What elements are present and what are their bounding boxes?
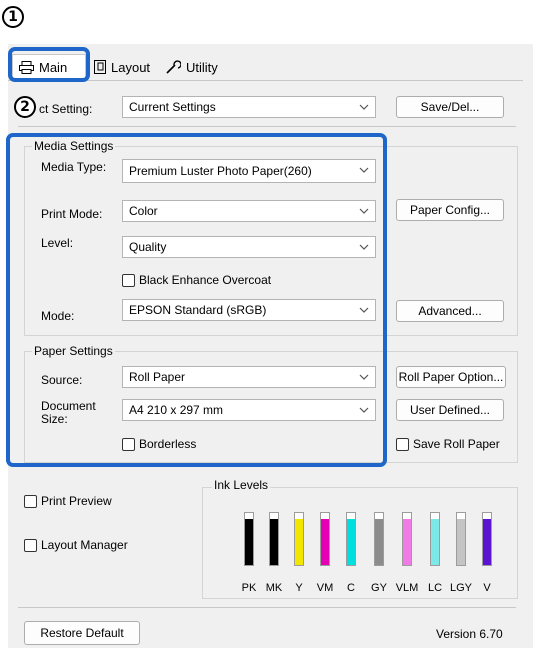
media-type-combo[interactable]: Premium Luster Photo Paper(260): [122, 159, 376, 183]
ink-cartridge-lgy: [456, 512, 466, 566]
tab-utility[interactable]: Utility: [160, 54, 238, 80]
mode-label: Mode:: [41, 309, 75, 323]
document-size-combo[interactable]: A4 210 x 297 mm: [122, 399, 376, 421]
ink-level-fill: [403, 519, 411, 565]
ink-label: PK: [241, 582, 257, 594]
checkbox-box: [122, 437, 135, 451]
ink-label: C: [347, 582, 355, 594]
user-defined-button[interactable]: User Defined...: [396, 399, 504, 421]
level-value: Quality: [129, 240, 167, 254]
source-label: Source:: [41, 373, 83, 387]
select-setting-label: ct Setting:: [39, 102, 93, 116]
tab-layout[interactable]: Layout: [88, 54, 160, 80]
media-type-label: Media Type:: [41, 160, 107, 174]
ink-level-fill: [483, 519, 491, 565]
ink-label: LC: [427, 582, 443, 594]
document-size-label-line2: Size:: [41, 412, 68, 426]
ink-cartridge-y: [294, 512, 304, 566]
select-setting-combo[interactable]: Current Settings: [122, 96, 376, 118]
callout-marker-1: 1: [2, 6, 24, 28]
tab-utility-label: Utility: [186, 59, 218, 75]
ink-level-fill: [245, 519, 253, 565]
save-del-button[interactable]: Save/Del...: [396, 96, 504, 118]
chevron-down-icon: [359, 208, 369, 214]
level-combo[interactable]: Quality: [122, 236, 376, 258]
advanced-button[interactable]: Advanced...: [396, 300, 504, 322]
media-settings-title: Media Settings: [32, 139, 116, 153]
print-mode-value: Color: [129, 204, 158, 218]
ink-cartridge-gy: [374, 512, 384, 566]
ink-level-fill: [431, 519, 439, 565]
layout-manager-label: Layout Manager: [41, 538, 128, 552]
borderless-checkbox[interactable]: Borderless: [122, 437, 196, 451]
chevron-down-icon: [359, 374, 369, 380]
print-mode-combo[interactable]: Color: [122, 200, 376, 222]
save-roll-paper-checkbox[interactable]: Save Roll Paper: [396, 437, 500, 451]
ink-level-fill: [321, 519, 329, 565]
ink-level-fill: [375, 519, 383, 565]
page-layout-icon: [94, 60, 106, 74]
roll-paper-option-button[interactable]: Roll Paper Option...: [396, 366, 506, 388]
tab-layout-label: Layout: [111, 59, 151, 75]
chevron-down-icon: [359, 244, 369, 250]
checkbox-box: [24, 538, 37, 552]
chevron-down-icon: [359, 104, 369, 110]
separator: [18, 607, 516, 608]
printer-icon: [19, 61, 34, 74]
level-label: Level:: [41, 236, 74, 250]
ink-cartridge-v: [482, 512, 492, 566]
ink-levels-title: Ink Levels: [212, 478, 271, 492]
black-enhance-overcoat-label: Black Enhance Overcoat: [139, 273, 272, 287]
print-preview-label: Print Preview: [41, 494, 112, 508]
chevron-down-icon: [359, 307, 369, 313]
separator: [18, 126, 516, 127]
ink-cartridge-mk: [269, 512, 279, 566]
document-size-label: Document Size:: [41, 400, 96, 426]
paper-config-button[interactable]: Paper Config...: [396, 199, 504, 221]
black-enhance-overcoat-checkbox[interactable]: Black Enhance Overcoat: [122, 273, 271, 287]
ink-level-fill: [270, 519, 278, 565]
paper-settings-title: Paper Settings: [32, 344, 115, 358]
restore-default-button[interactable]: Restore Default: [24, 621, 140, 645]
ink-cartridge-vlm: [402, 512, 412, 566]
print-preview-checkbox[interactable]: Print Preview: [24, 494, 112, 508]
select-setting-value: Current Settings: [129, 100, 216, 114]
media-type-value: Premium Luster Photo Paper(260): [129, 164, 312, 178]
mode-value: EPSON Standard (sRGB): [129, 303, 267, 317]
ink-cartridge-lc: [430, 512, 440, 566]
ink-level-fill: [295, 519, 303, 565]
ink-level-fill: [347, 519, 355, 565]
tab-main-label: Main: [39, 60, 68, 75]
ink-label: VLM: [395, 582, 419, 594]
ink-level-fill: [457, 519, 465, 565]
source-combo[interactable]: Roll Paper: [122, 366, 376, 388]
layout-manager-checkbox[interactable]: Layout Manager: [24, 538, 128, 552]
chevron-down-icon: [359, 167, 369, 173]
ink-label: Y: [295, 582, 303, 594]
ink-label: GY: [371, 582, 387, 594]
checkbox-box: [122, 273, 135, 287]
wrench-icon: [166, 60, 181, 74]
version-label: Version 6.70: [436, 627, 503, 641]
borderless-label: Borderless: [139, 437, 197, 451]
chevron-down-icon: [359, 407, 369, 413]
source-value: Roll Paper: [129, 370, 186, 384]
ink-label: V: [483, 582, 491, 594]
tab-main[interactable]: Main: [12, 54, 86, 80]
ink-label: LGY: [449, 582, 472, 594]
document-size-value: A4 210 x 297 mm: [129, 403, 224, 417]
ink-cartridge-c: [346, 512, 356, 566]
callout-marker-2: 2: [14, 96, 36, 118]
mode-combo[interactable]: EPSON Standard (sRGB): [122, 299, 376, 321]
checkbox-box: [24, 494, 37, 508]
ink-label: MK: [265, 582, 283, 594]
ink-cartridge-pk: [244, 512, 254, 566]
checkbox-box: [396, 437, 409, 451]
save-roll-paper-label: Save Roll Paper: [413, 437, 500, 451]
ink-cartridge-vm: [320, 512, 330, 566]
tab-divider: [8, 80, 523, 81]
print-mode-label: Print Mode:: [41, 207, 103, 221]
ink-label: VM: [316, 582, 334, 594]
